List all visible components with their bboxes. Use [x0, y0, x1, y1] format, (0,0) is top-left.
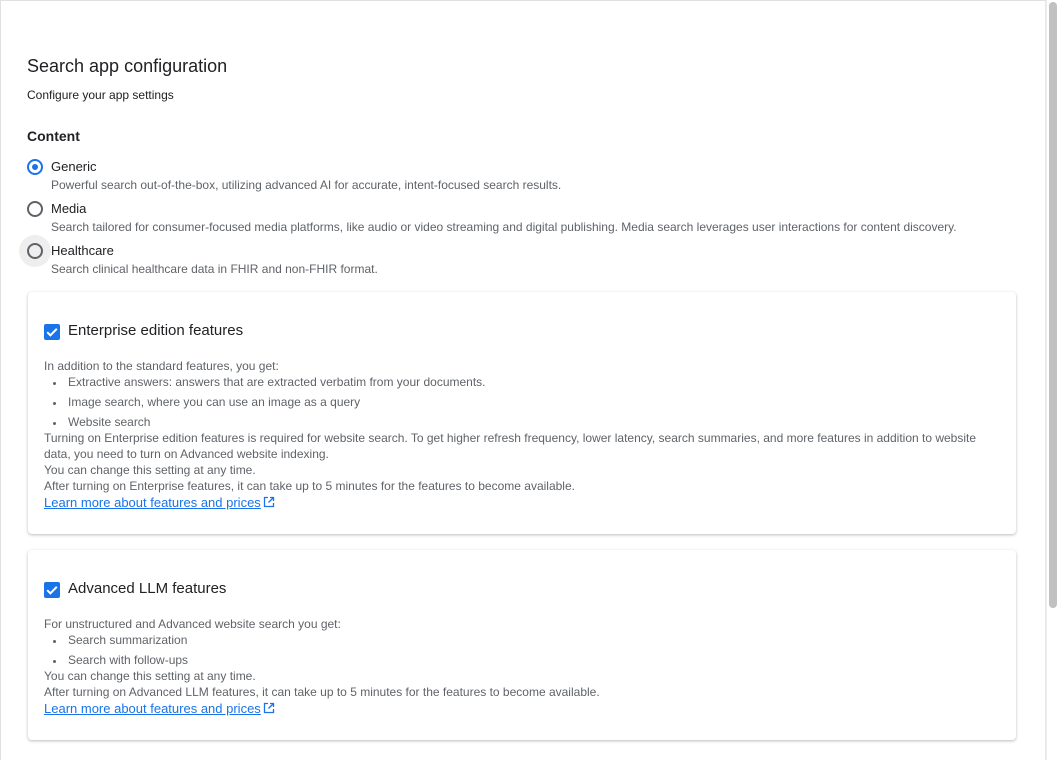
radio-label-healthcare: Healthcare	[51, 243, 114, 258]
radio-button-healthcare[interactable]	[27, 243, 43, 259]
check-icon	[46, 586, 58, 595]
enterprise-website-note: Turning on Enterprise edition features i…	[44, 431, 977, 461]
enterprise-availability-note: After turning on Enterprise features, it…	[44, 479, 575, 493]
enterprise-feature-list: Extractive answers: answers that are ext…	[44, 374, 994, 434]
radio-button-media[interactable]	[27, 201, 43, 217]
open-in-new-icon	[263, 702, 274, 714]
enterprise-learn-more-label: Learn more about features and prices	[44, 495, 261, 510]
llm-features-body: For unstructured and Advanced website se…	[44, 616, 994, 717]
list-item: Extractive answers: answers that are ext…	[44, 374, 994, 394]
list-item: Search summarization	[44, 632, 994, 652]
radio-label-generic: Generic	[51, 159, 97, 174]
radio-description-healthcare: Search clinical healthcare data in FHIR …	[51, 262, 378, 276]
list-item: Website search	[44, 414, 994, 434]
radio-description-media: Search tailored for consumer-focused med…	[51, 220, 957, 234]
enterprise-features-title: Enterprise edition features	[68, 322, 244, 339]
list-item: Search with follow-ups	[44, 652, 994, 672]
radio-description-generic: Powerful search out-of-the-box, utilizin…	[51, 178, 562, 192]
enterprise-learn-more-link[interactable]: Learn more about features and prices	[44, 495, 275, 511]
llm-features-card: Advanced LLM features For unstructured a…	[28, 550, 1016, 740]
page-subtitle: Configure your app settings	[27, 88, 174, 102]
content-heading: Content	[27, 128, 80, 144]
llm-feature-list: Search summarization Search with follow-…	[44, 632, 994, 672]
radio-button-generic[interactable]	[27, 159, 43, 175]
llm-intro: For unstructured and Advanced website se…	[44, 617, 341, 631]
enterprise-intro: In addition to the standard features, yo…	[44, 359, 279, 373]
open-in-new-icon	[263, 496, 274, 508]
llm-learn-more-link[interactable]: Learn more about features and prices	[44, 701, 275, 717]
radio-label-media: Media	[51, 201, 87, 216]
enterprise-features-checkbox[interactable]	[44, 324, 60, 340]
enterprise-change-note: You can change this setting at any time.	[44, 463, 256, 477]
enterprise-features-body: In addition to the standard features, yo…	[44, 358, 994, 511]
llm-availability-note: After turning on Advanced LLM features, …	[44, 685, 600, 699]
llm-learn-more-label: Learn more about features and prices	[44, 701, 261, 716]
scrollbar-thumb[interactable]	[1049, 2, 1057, 608]
config-panel: Search app configuration Configure your …	[0, 0, 1046, 760]
page-title: Search app configuration	[27, 56, 228, 76]
llm-features-title: Advanced LLM features	[68, 580, 227, 597]
list-item: Image search, where you can use an image…	[44, 394, 994, 414]
llm-features-checkbox[interactable]	[44, 582, 60, 598]
enterprise-features-card: Enterprise edition features In addition …	[28, 292, 1016, 534]
check-icon	[46, 328, 58, 337]
